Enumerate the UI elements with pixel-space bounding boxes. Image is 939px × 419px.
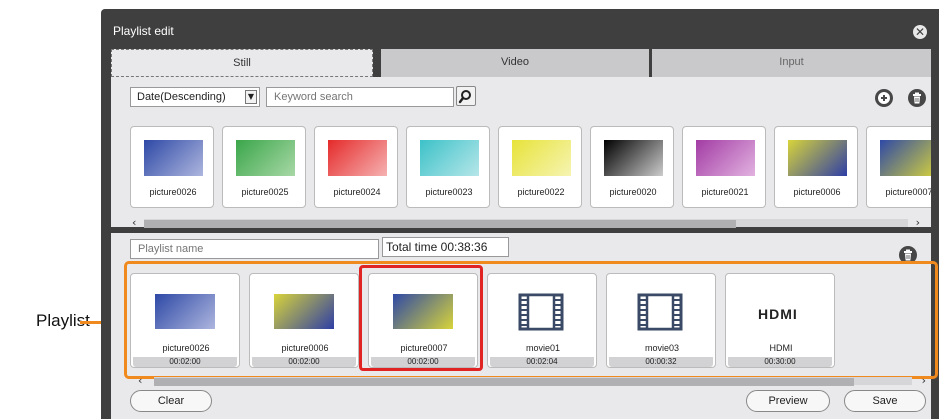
thumbnail-image: [274, 294, 334, 329]
thumbnail-image: [880, 140, 931, 176]
playlist-item-duration: 00:00:32: [645, 357, 677, 366]
stage: Playlist Playlist edit ✕ Still Video Inp…: [0, 0, 939, 419]
playlist-scrollbar[interactable]: ‹ ›: [138, 374, 926, 387]
playlist-name-input[interactable]: [130, 239, 379, 259]
library-item-label: picture0021: [701, 187, 749, 197]
title-bar: Playlist edit ✕: [101, 9, 939, 49]
playlist-item-label: picture0026: [162, 343, 210, 353]
library-item[interactable]: picture0022: [498, 126, 582, 208]
search-input[interactable]: [266, 87, 454, 107]
library-thumbnails: picture0026 picture0025 picture0024 pict…: [130, 126, 931, 216]
duration-bar: 00:30:00: [728, 357, 832, 367]
selected-item-highlight: [359, 265, 483, 371]
add-icon[interactable]: [875, 89, 893, 107]
library-item-label: picture0022: [517, 187, 565, 197]
library-item-label: picture0025: [241, 187, 289, 197]
playlist-item[interactable]: movie01 00:02:04: [487, 273, 597, 368]
save-button[interactable]: Save: [844, 390, 926, 412]
library-item[interactable]: picture0021: [682, 126, 766, 208]
duration-bar: 00:00:32: [609, 357, 713, 367]
playlist-item[interactable]: movie03 00:00:32: [606, 273, 716, 368]
preview-button[interactable]: Preview: [746, 390, 830, 412]
playlist-item-duration: 00:02:00: [169, 357, 201, 366]
chevron-right-icon[interactable]: ›: [922, 374, 926, 387]
search-icon: [458, 90, 471, 104]
library-item-label: picture0007: [885, 187, 931, 197]
library-item-label: picture0023: [425, 187, 473, 197]
film-icon: [637, 293, 683, 331]
hdmi-logo-icon: HDMI: [758, 306, 798, 322]
chevron-right-icon[interactable]: ›: [916, 216, 920, 229]
library-scrollbar[interactable]: ‹ ›: [130, 216, 922, 229]
duration-bar: 00:02:00: [133, 357, 237, 367]
library-item[interactable]: picture0020: [590, 126, 674, 208]
thumbnail-image: [328, 140, 387, 176]
library-item-label: picture0006: [793, 187, 841, 197]
library-item-label: picture0024: [333, 187, 381, 197]
playlist-item-label: movie03: [644, 343, 680, 353]
sort-select-value: Date(Descending): [137, 91, 226, 103]
library-item[interactable]: picture0006: [774, 126, 858, 208]
scroll-track[interactable]: [154, 377, 912, 386]
library-item[interactable]: picture0025: [222, 126, 306, 208]
playlist-item-label: picture0006: [281, 343, 329, 353]
scroll-thumb[interactable]: [144, 220, 736, 228]
search-button[interactable]: [456, 86, 476, 106]
library-panel: Date(Descending) ▼ picture0026: [111, 77, 931, 229]
playlist-item-label: HDMI: [769, 343, 793, 353]
library-item-label: picture0026: [149, 187, 197, 197]
film-icon: [518, 293, 564, 331]
thumbnail-image: [155, 294, 215, 329]
chevron-down-icon[interactable]: ▼: [245, 90, 257, 104]
library-item[interactable]: picture0007: [866, 126, 931, 208]
playlist-item[interactable]: HDMI HDMI 00:30:00: [725, 273, 835, 368]
scroll-track[interactable]: [144, 219, 908, 228]
close-icon[interactable]: ✕: [913, 25, 927, 39]
duration-bar: 00:02:00: [252, 357, 356, 367]
playlist-item[interactable]: picture0026 00:02:00: [130, 273, 240, 368]
thumbnail-image: [420, 140, 479, 176]
tab-input[interactable]: Input: [652, 49, 931, 77]
sort-select[interactable]: Date(Descending) ▼: [130, 87, 260, 107]
playlist-item[interactable]: picture0006 00:02:00: [249, 273, 359, 368]
duration-bar: 00:02:04: [490, 357, 594, 367]
thumbnail-image: [788, 140, 847, 176]
thumbnail-image: [696, 140, 755, 176]
library-item[interactable]: picture0023: [406, 126, 490, 208]
playlist-item-duration: 00:30:00: [764, 357, 796, 366]
library-item[interactable]: picture0024: [314, 126, 398, 208]
library-item[interactable]: picture0026: [130, 126, 214, 208]
dialog-title: Playlist edit: [113, 24, 174, 38]
tab-video[interactable]: Video: [381, 49, 649, 77]
thumbnail-image: [236, 140, 295, 176]
chevron-left-icon[interactable]: ‹: [138, 374, 142, 387]
thumbnail-image: [144, 140, 203, 176]
playlist-item-label: movie01: [525, 343, 561, 353]
trash-icon[interactable]: [908, 89, 926, 107]
thumbnail-image: [512, 140, 571, 176]
playlist-item-duration: 00:02:00: [288, 357, 320, 366]
playlist-item-duration: 00:02:04: [526, 357, 558, 366]
clear-button[interactable]: Clear: [130, 390, 212, 412]
thumbnail-image: [604, 140, 663, 176]
chevron-left-icon[interactable]: ‹: [132, 216, 136, 229]
library-item-label: picture0020: [609, 187, 657, 197]
total-time-display: Total time 00:38:36: [382, 237, 509, 257]
tab-still[interactable]: Still: [111, 49, 373, 77]
scroll-thumb[interactable]: [154, 378, 854, 386]
